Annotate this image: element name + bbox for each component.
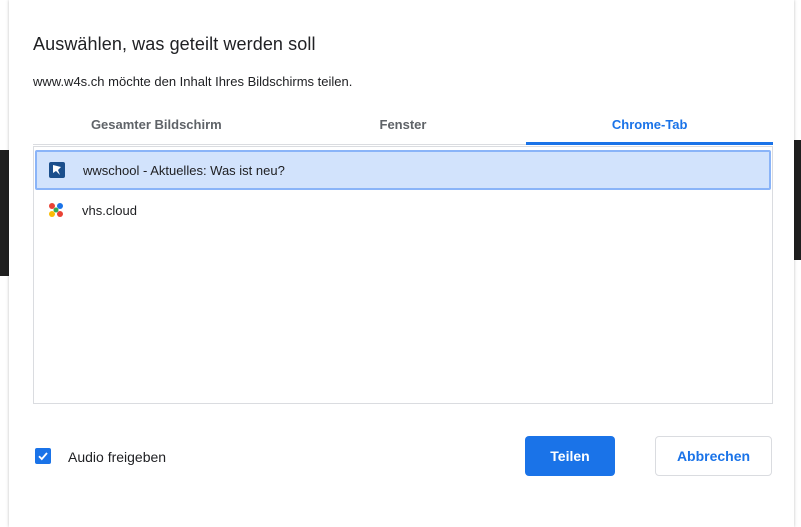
- audio-share-checkbox[interactable]: [35, 448, 51, 464]
- list-item-wwschool[interactable]: wwschool - Aktuelles: Was ist neu?: [35, 150, 771, 190]
- background-edge-left: [0, 150, 9, 276]
- cancel-button[interactable]: Abbrechen: [655, 436, 772, 476]
- tab-bar: Gesamter Bildschirm Fenster Chrome-Tab: [33, 104, 773, 145]
- checkmark-icon: [38, 452, 48, 461]
- wwschool-favicon-icon: [49, 162, 65, 178]
- tab-list: wwschool - Aktuelles: Was ist neu? vhs.c…: [33, 146, 773, 404]
- share-dialog: Auswählen, was geteilt werden soll www.w…: [9, 0, 794, 527]
- share-button[interactable]: Teilen: [525, 436, 615, 476]
- tab-chrome-tab[interactable]: Chrome-Tab: [526, 104, 773, 145]
- tab-window[interactable]: Fenster: [280, 104, 527, 144]
- background-edge-right: [794, 140, 801, 260]
- dialog-subtitle: www.w4s.ch möchte den Inhalt Ihres Bilds…: [33, 74, 353, 89]
- dialog-title: Auswählen, was geteilt werden soll: [33, 34, 316, 54]
- list-item-label: wwschool - Aktuelles: Was ist neu?: [83, 162, 285, 178]
- tab-entire-screen[interactable]: Gesamter Bildschirm: [33, 104, 280, 144]
- audio-share-label: Audio freigeben: [68, 449, 167, 465]
- list-item-label: vhs.cloud: [82, 202, 137, 218]
- vhs-cloud-favicon-icon: [49, 203, 63, 217]
- list-item-vhs-cloud[interactable]: vhs.cloud: [34, 190, 772, 230]
